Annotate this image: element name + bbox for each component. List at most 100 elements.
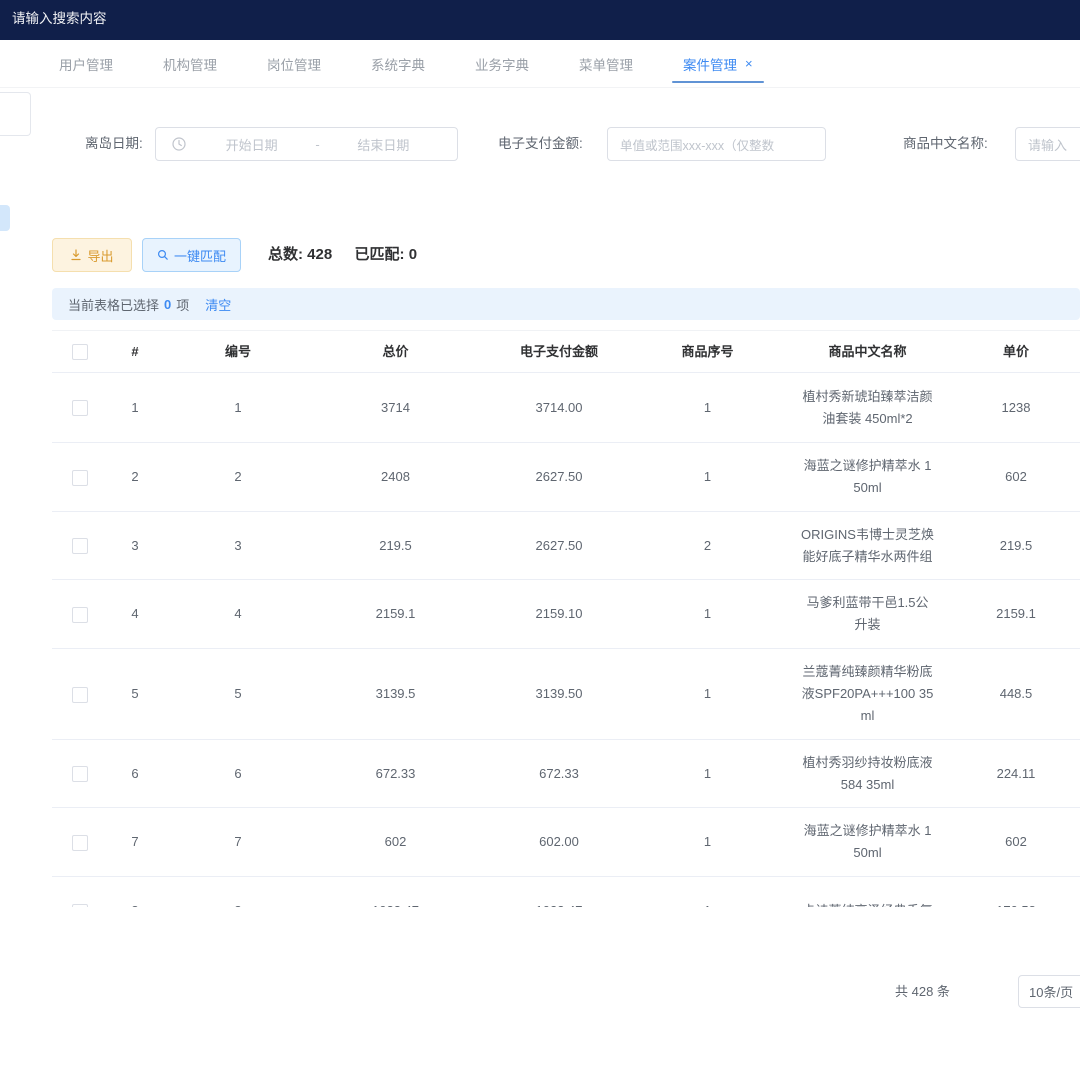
cell-name: 植村秀新琥珀臻萃洁颜 油套装 450ml*2 [775, 386, 960, 430]
cell-payment: 3139.50 [478, 683, 640, 705]
clear-selection-link[interactable]: 清空 [205, 295, 231, 314]
row-checkbox[interactable] [72, 470, 88, 486]
tab-4[interactable]: 系统字典 [346, 40, 450, 88]
selection-bar: 当前表格已选择 0 项 清空 [52, 288, 1080, 320]
row-checkbox[interactable] [72, 607, 88, 623]
table-body: 1137143714.001植村秀新琥珀臻萃洁颜 油套装 450ml*21238… [52, 373, 1080, 907]
col-header-total: 总价 [313, 341, 478, 363]
cell-index: 1 [107, 397, 163, 419]
cell-unit: 170.58 [960, 900, 1072, 907]
product-name-input[interactable]: 请输入 [1015, 127, 1080, 161]
cell-seq: 1 [640, 683, 775, 705]
cell-code: 1 [163, 397, 313, 419]
cell-index: 2 [107, 466, 163, 488]
cell-seq: 1 [640, 831, 775, 853]
table-row: 881023.471023.471卡诗菁纯亮泽经典香氛170.58 [52, 877, 1080, 907]
match-button-label: 一键匹配 [174, 246, 226, 265]
tab-3[interactable]: 岗位管理 [242, 40, 346, 88]
table-row: 2224082627.501海蓝之谜修护精萃水 1 50ml602 [52, 443, 1080, 512]
download-icon [70, 249, 82, 261]
tab-bar: 用户管理 机构管理 岗位管理 系统字典 业务字典 菜单管理 案件管理 × [0, 40, 1080, 88]
cell-name: 海蓝之谜修护精萃水 1 50ml [775, 820, 960, 864]
cell-seq: 2 [640, 535, 775, 557]
cell-total: 1023.47 [313, 900, 478, 907]
pagination-total: 共 428 条 [895, 975, 950, 1008]
selection-count: 0 [164, 297, 171, 312]
cell-unit: 602 [960, 466, 1072, 488]
tab-5[interactable]: 业务字典 [450, 40, 554, 88]
cell-seq: 1 [640, 397, 775, 419]
row-checkbox[interactable] [72, 766, 88, 782]
cases-table: # 编号 总价 电子支付金额 商品序号 商品中文名称 单价 1137143714… [52, 330, 1080, 907]
date-start-placeholder[interactable]: 开始日期 [188, 135, 315, 154]
tab-label: 岗位管理 [267, 54, 321, 74]
row-checkbox[interactable] [72, 538, 88, 554]
cell-code: 2 [163, 466, 313, 488]
tab-6[interactable]: 菜单管理 [554, 40, 658, 88]
search-icon [157, 249, 169, 261]
select-all-checkbox[interactable] [72, 344, 88, 360]
row-checkbox[interactable] [72, 687, 88, 703]
tab-close-icon[interactable]: × [745, 56, 753, 71]
matched-value: 0 [409, 246, 417, 263]
matched-label: 已匹配: [355, 246, 405, 263]
product-name-filter-label: 商品中文名称: [903, 126, 988, 162]
cell-payment: 1023.47 [478, 900, 640, 907]
cell-name: 马爹利蓝带干邑1.5公 升装 [775, 592, 960, 636]
left-panel-edge [0, 92, 31, 136]
page-size-value: 10条/页 [1029, 982, 1073, 1001]
cell-seq: 1 [640, 466, 775, 488]
one-click-match-button[interactable]: 一键匹配 [142, 238, 241, 272]
tab-1[interactable]: 用户管理 [34, 40, 138, 88]
cell-total: 3714 [313, 397, 478, 419]
col-header-payment: 电子支付金额 [478, 341, 640, 363]
cell-payment: 2627.50 [478, 535, 640, 557]
cell-seq: 1 [640, 900, 775, 907]
page-size-select[interactable]: 10条/页 [1018, 975, 1080, 1008]
tab-7[interactable]: 案件管理 × [658, 40, 778, 88]
selection-text-before: 当前表格已选择 [68, 295, 159, 314]
cell-code: 5 [163, 683, 313, 705]
cell-payment: 672.33 [478, 763, 640, 785]
cell-total: 2159.1 [313, 603, 478, 625]
selection-text-after: 项 [176, 295, 189, 314]
cell-name: 植村秀羽纱持妆粉底液 584 35ml [775, 752, 960, 796]
date-range-picker[interactable]: 开始日期 - 结束日期 [155, 127, 458, 161]
cell-name: 海蓝之谜修护精萃水 1 50ml [775, 455, 960, 499]
cell-index: 4 [107, 603, 163, 625]
cell-index: 8 [107, 900, 163, 907]
cell-code: 4 [163, 603, 313, 625]
cell-payment: 2159.10 [478, 603, 640, 625]
cell-unit: 1238 [960, 397, 1072, 419]
cell-index: 6 [107, 763, 163, 785]
cell-payment: 2627.50 [478, 466, 640, 488]
totals-summary: 总数: 428 已匹配: 0 [268, 238, 417, 272]
tab-label: 系统字典 [371, 54, 425, 74]
tab-label: 业务字典 [475, 54, 529, 74]
cell-total: 3139.5 [313, 683, 478, 705]
total-label: 总数: [268, 246, 303, 263]
top-navbar: 请输入搜索内容 [0, 0, 1080, 40]
table-row: 1137143714.001植村秀新琥珀臻萃洁颜 油套装 450ml*21238 [52, 373, 1080, 443]
cell-code: 3 [163, 535, 313, 557]
row-checkbox[interactable] [72, 835, 88, 851]
amount-input[interactable]: 单值或范围xxx-xxx（仅整数 [607, 127, 826, 161]
cell-index: 5 [107, 683, 163, 705]
row-checkbox[interactable] [72, 400, 88, 416]
tab-label: 案件管理 [683, 54, 737, 74]
cell-total: 2408 [313, 466, 478, 488]
cell-code: 7 [163, 831, 313, 853]
clock-icon [172, 137, 186, 151]
tab-2[interactable]: 机构管理 [138, 40, 242, 88]
export-button-label: 导出 [87, 246, 113, 265]
export-button[interactable]: 导出 [52, 238, 132, 272]
global-search-input[interactable]: 请输入搜索内容 [12, 11, 107, 26]
date-end-placeholder[interactable]: 结束日期 [320, 135, 447, 154]
tab-label: 菜单管理 [579, 54, 633, 74]
col-header-unit: 单价 [960, 341, 1072, 363]
date-filter-label: 离岛日期: [85, 126, 143, 162]
row-checkbox[interactable] [72, 904, 88, 907]
cell-total: 602 [313, 831, 478, 853]
tab-label: 机构管理 [163, 54, 217, 74]
cell-unit: 219.5 [960, 535, 1072, 557]
